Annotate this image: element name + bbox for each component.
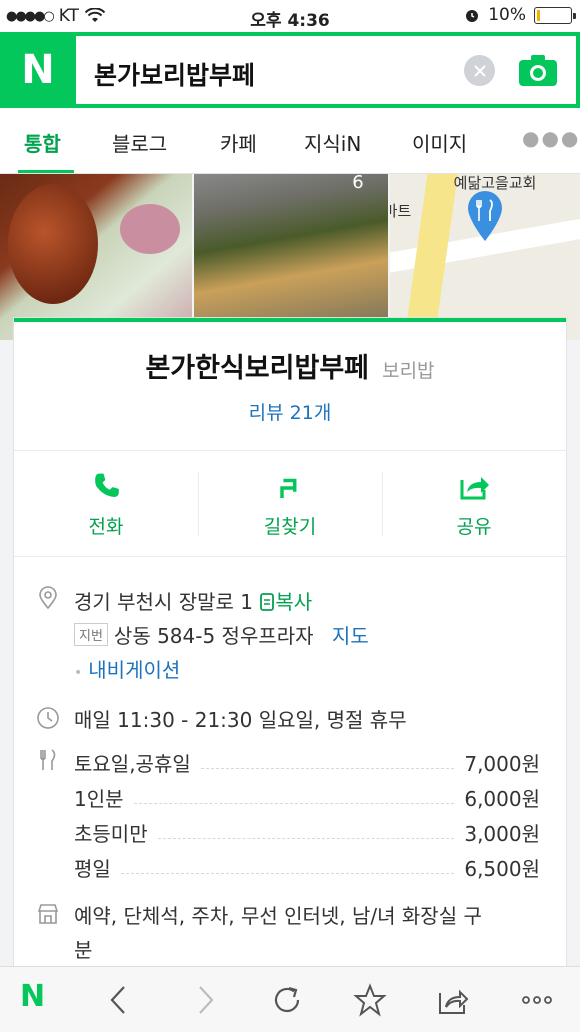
menu-item: 초등미만 3,000원 xyxy=(74,818,540,847)
photo-count: 6 xyxy=(352,172,364,193)
share-label: 공유 xyxy=(456,516,492,538)
review-link[interactable]: 리뷰 21개 xyxy=(14,398,566,425)
photo-strip: 6 예닮고을교회 마트 xyxy=(0,172,580,340)
menu-item: 토요일,공휴일 7,000원 xyxy=(74,748,540,777)
directions-button[interactable]: 길찾기 xyxy=(198,456,382,556)
share-button[interactable]: 공유 xyxy=(382,456,566,556)
menu-item-name: 토요일,공휴일 xyxy=(74,752,191,776)
more-icon[interactable] xyxy=(520,983,554,1017)
directions-label: 길찾기 xyxy=(263,516,317,538)
divider xyxy=(14,556,566,557)
place-card: 본가한식보리밥부페 보리밥 리뷰 21개 전화 길찾기 공유 경기 부천시 장말… xyxy=(14,318,566,978)
back-icon[interactable] xyxy=(102,983,136,1017)
map-label-mart: 마트 xyxy=(389,202,412,220)
facilities-line-1: 예약, 단체석, 주차, 무선 인터넷, 남/녀 화장실 구 xyxy=(74,904,482,928)
search-header: N 본가보리밥부페 xyxy=(0,32,580,108)
business-hours: 매일 11:30 - 21:30 일요일, 명절 휴무 xyxy=(74,708,407,732)
copy-label: 복사 xyxy=(275,590,313,614)
menu-item-name: 평일 xyxy=(74,857,111,881)
battery-icon xyxy=(534,6,576,24)
menu-item-price: 7,000원 xyxy=(464,752,540,776)
tab-cafe[interactable]: 카페 xyxy=(220,128,257,157)
place-title-row: 본가한식보리밥부페 보리밥 xyxy=(14,346,566,385)
active-tab-indicator xyxy=(18,170,74,173)
call-button[interactable]: 전화 xyxy=(14,456,198,556)
search-query[interactable]: 본가보리밥부페 xyxy=(94,56,255,92)
screen: ●●●●○ KT 오후 4:36 10% N 본가보리밥부페 통합 블로그 카페… xyxy=(0,0,580,1032)
clear-search-button[interactable] xyxy=(464,55,495,86)
call-label: 전화 xyxy=(88,516,124,538)
search-tabs: 통합 블로그 카페 지식iN 이미지 ●●● xyxy=(0,108,580,174)
phone-icon xyxy=(95,473,119,497)
map-link[interactable]: 지도 xyxy=(332,624,369,648)
tab-image[interactable]: 이미지 xyxy=(412,128,467,157)
navigation-link[interactable]: 내비게이션 xyxy=(88,658,180,682)
jibeon-address: 상동 584-5 정우프라자 xyxy=(113,624,314,648)
menu-item-price: 3,000원 xyxy=(464,822,540,846)
forward-icon[interactable] xyxy=(188,983,222,1017)
buffet-photo[interactable]: 6 xyxy=(194,172,388,340)
facilities-line-2: 분 xyxy=(74,938,93,962)
naver-logo[interactable]: N xyxy=(0,32,76,108)
browser-toolbar: N xyxy=(0,966,580,1032)
clock-icon xyxy=(37,707,59,729)
menu-item: 평일 6,500원 xyxy=(74,853,540,882)
share-page-icon[interactable] xyxy=(436,983,470,1017)
action-bar: 전화 길찾기 공유 xyxy=(14,456,566,556)
map-thumbnail[interactable]: 예닮고을교회 마트 xyxy=(389,174,580,340)
refresh-icon[interactable] xyxy=(270,983,304,1017)
close-icon xyxy=(473,64,486,77)
tab-blog[interactable]: 블로그 xyxy=(112,128,167,157)
camera-icon[interactable] xyxy=(518,52,558,88)
alarm-icon xyxy=(466,10,479,22)
menu-item-name: 1인분 xyxy=(74,787,124,811)
store-icon xyxy=(37,904,59,924)
menu-item-price: 6,000원 xyxy=(464,787,540,811)
jibeon-tag: 지번 xyxy=(74,623,108,646)
location-icon xyxy=(39,586,57,610)
status-bar: ●●●●○ KT 오후 4:36 10% xyxy=(0,0,580,32)
bookmark-star-icon[interactable] xyxy=(353,983,387,1017)
copy-address-button[interactable]: 복사 xyxy=(259,590,312,614)
place-category: 보리밥 xyxy=(382,360,435,382)
menu-item-price: 6,500원 xyxy=(464,857,540,881)
search-input[interactable]: 본가보리밥부페 xyxy=(76,36,576,104)
tab-kin[interactable]: 지식iN xyxy=(304,128,361,157)
food-photo[interactable] xyxy=(0,174,193,340)
road-address: 경기 부천시 장말로 1 xyxy=(74,590,253,614)
cutlery-icon xyxy=(40,749,56,770)
tab-integrated[interactable]: 통합 xyxy=(24,128,61,157)
more-tabs-icon[interactable]: ●●● xyxy=(522,126,580,150)
menu-item: 1인분 6,000원 xyxy=(74,783,540,812)
directions-icon xyxy=(280,478,297,498)
divider xyxy=(14,450,566,451)
share-icon xyxy=(460,477,489,500)
battery-percent: 10% xyxy=(488,5,526,25)
copy-icon xyxy=(260,593,275,611)
map-pin-icon xyxy=(467,191,502,241)
naver-home-button[interactable]: N xyxy=(20,979,54,1014)
place-name[interactable]: 본가한식보리밥부페 xyxy=(145,353,369,384)
menu-item-name: 초등미만 xyxy=(74,822,148,846)
